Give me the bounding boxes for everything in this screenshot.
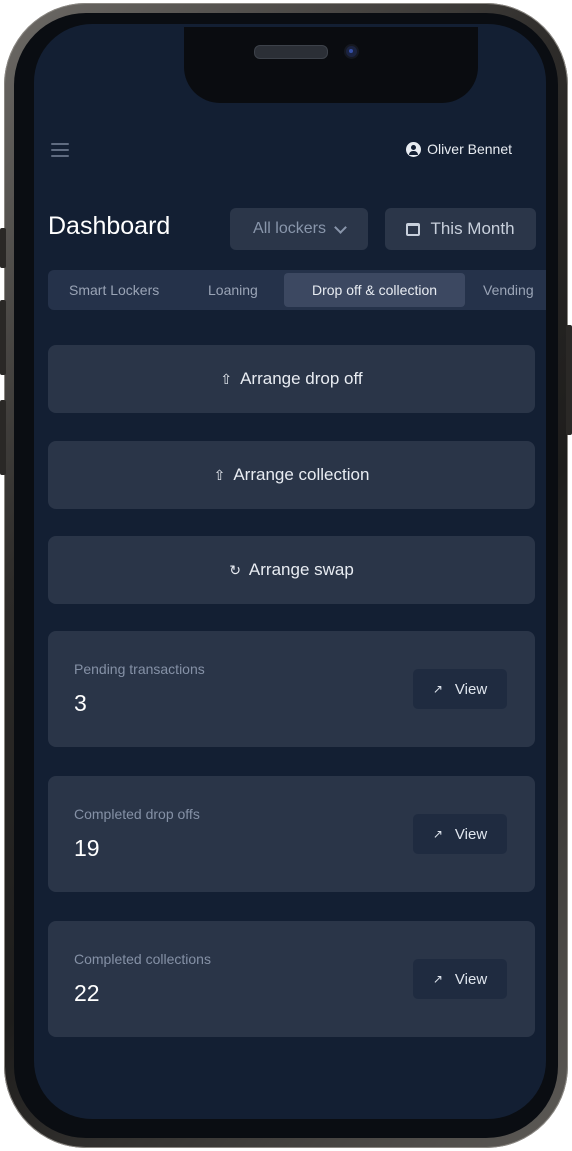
card-label: Completed collections	[74, 951, 211, 967]
card-value: 3	[74, 690, 87, 716]
mute-switch	[0, 228, 6, 268]
view-label: View	[454, 825, 488, 843]
power-button	[566, 325, 572, 435]
speaker-grille	[254, 45, 328, 59]
view-label: View	[454, 970, 488, 988]
refresh-icon: ↻	[229, 561, 241, 578]
user-name: Oliver Bennet	[427, 141, 512, 157]
app-screen: Oliver Bennet Dashboard All lockers This…	[34, 24, 546, 1119]
view-button[interactable]: ↗ View	[413, 959, 507, 999]
locker-select[interactable]: All lockers	[230, 208, 368, 250]
arrange-collection-label: Arrange collection	[233, 465, 370, 484]
tab-smart-lockers[interactable]: Smart Lockers	[69, 270, 159, 310]
card-value: 19	[74, 835, 100, 861]
date-range-label: This Month	[430, 219, 515, 238]
card-label: Completed drop offs	[74, 806, 200, 822]
card-value: 22	[74, 980, 100, 1006]
arrow-up-right-icon: ↗	[432, 972, 443, 986]
tab-vending[interactable]: Vending	[483, 270, 534, 310]
view-button[interactable]: ↗ View	[413, 669, 507, 709]
arrange-drop-off-button[interactable]: ⇧ Arrange drop off	[48, 345, 535, 413]
tab-bar: Smart Lockers Loaning Drop off & collect…	[48, 270, 546, 310]
arrow-up-right-icon: ↗	[432, 827, 443, 841]
card-label: Pending transactions	[74, 661, 205, 677]
date-range-button[interactable]: This Month	[385, 208, 536, 250]
locker-select-value: All lockers	[253, 220, 326, 237]
arrange-collection-button[interactable]: ⇧ Arrange collection	[48, 441, 535, 509]
volume-up-button	[0, 300, 6, 375]
arrange-swap-button[interactable]: ↻ Arrange swap	[48, 536, 535, 604]
upload-icon: ⇧	[213, 466, 226, 483]
upload-icon: ⇧	[220, 370, 233, 387]
volume-down-button	[0, 400, 6, 475]
view-button[interactable]: ↗ View	[413, 814, 507, 854]
arrange-drop-off-label: Arrange drop off	[240, 369, 363, 388]
pending-transactions-card: Pending transactions 3 ↗ View	[48, 631, 535, 747]
completed-drop-offs-card: Completed drop offs 19 ↗ View	[48, 776, 535, 892]
user-menu[interactable]: Oliver Bennet	[406, 141, 512, 157]
hamburger-menu-icon[interactable]	[51, 143, 69, 157]
tab-loaning[interactable]: Loaning	[208, 270, 258, 310]
phone-notch	[184, 27, 478, 103]
page-title: Dashboard	[48, 212, 171, 240]
view-label: View	[454, 680, 488, 698]
front-camera	[346, 46, 357, 57]
arrow-up-right-icon: ↗	[432, 682, 443, 696]
arrange-swap-label: Arrange swap	[248, 560, 354, 579]
tab-drop-off-collection[interactable]: Drop off & collection	[284, 273, 465, 307]
user-avatar-icon	[406, 141, 422, 157]
completed-collections-card: Completed collections 22 ↗ View	[48, 921, 535, 1037]
chevron-down-icon	[334, 220, 347, 234]
calendar-icon	[406, 222, 421, 236]
